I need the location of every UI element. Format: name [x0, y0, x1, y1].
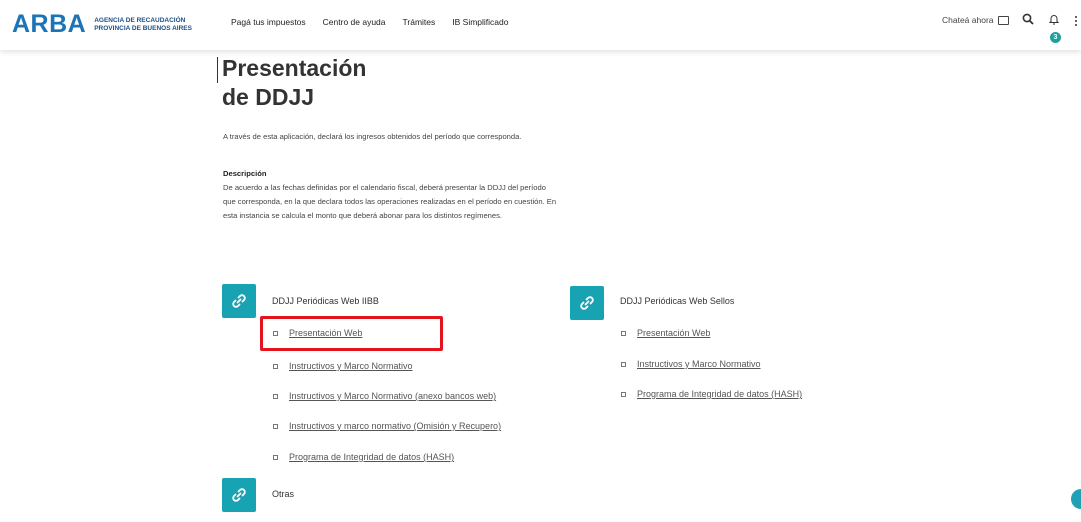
scroll-button[interactable]	[1071, 489, 1081, 509]
bell-icon[interactable]	[1048, 13, 1060, 25]
sellos-presentacion-web-link[interactable]: Presentación Web	[637, 328, 710, 338]
bullet-icon	[621, 330, 626, 336]
arba-logo[interactable]: ARBA AGENCIA DE RECAUDACIÓN PROVINCIA DE…	[12, 10, 192, 39]
sellos-instructivos-link[interactable]: Instructivos y Marco Normativo	[637, 359, 761, 369]
iibb-presentacion-web-link[interactable]: Presentación Web	[289, 328, 362, 338]
bullet-icon	[273, 454, 278, 460]
list-item: Presentación Web	[621, 328, 710, 338]
logo-text-line1: AGENCIA DE RECAUDACIÓN	[94, 16, 186, 24]
section-otras-link-icon[interactable]	[222, 478, 256, 512]
notification-badge: 3	[1050, 32, 1061, 43]
bullet-icon	[273, 423, 278, 429]
iibb-instructivos-anexo-link[interactable]: Instructivos y Marco Normativo (anexo ba…	[289, 391, 496, 401]
nav-item-pagar[interactable]: Pagá tus impuestos	[231, 17, 306, 27]
bullet-icon	[621, 361, 626, 367]
search-icon[interactable]	[1022, 13, 1034, 25]
nav-item-tramites[interactable]: Trámites	[403, 17, 436, 27]
description-body: De acuerdo a las fechas definidas por el…	[223, 183, 557, 220]
list-item: Presentación Web	[273, 328, 362, 338]
list-item: Programa de Integridad de datos (HASH)	[621, 389, 802, 399]
logo-mark: ARBA	[12, 10, 87, 38]
bullet-icon	[273, 393, 278, 399]
iibb-instructivos-omision-link[interactable]: Instructivos y marco normativo (Omisión …	[289, 421, 501, 431]
section-sellos-link-icon[interactable]	[570, 286, 604, 320]
list-item: Instructivos y marco normativo (Omisión …	[273, 421, 501, 431]
bullet-icon	[273, 330, 278, 336]
chat-button[interactable]: Chateá ahora	[942, 15, 1009, 25]
page-title: Presentación de DDJJ	[222, 54, 366, 112]
kebab-icon[interactable]	[1074, 15, 1078, 27]
section-iibb-title: DDJJ Periódicas Web IIBB	[272, 296, 379, 306]
top-navbar: ARBA AGENCIA DE RECAUDACIÓN PROVINCIA DE…	[0, 0, 1081, 50]
chat-icon	[997, 15, 1009, 25]
logo-text-line2: PROVINCIA DE BUENOS AIRES	[94, 24, 192, 32]
main-nav: Pagá tus impuestos Centro de ayuda Trámi…	[231, 17, 508, 27]
page-title-line2: de DDJJ	[222, 84, 315, 110]
chat-label: Chateá ahora	[942, 15, 994, 25]
sellos-hash-link[interactable]: Programa de Integridad de datos (HASH)	[637, 389, 802, 399]
text-cursor	[217, 57, 218, 83]
list-item: Instructivos y Marco Normativo	[273, 361, 413, 371]
bullet-icon	[273, 363, 278, 369]
bullet-icon	[621, 391, 626, 397]
nav-item-ib-simplificado[interactable]: IB Simplificado	[452, 17, 508, 27]
section-otras-title: Otras	[272, 489, 295, 499]
nav-item-ayuda[interactable]: Centro de ayuda	[323, 17, 386, 27]
iibb-hash-link[interactable]: Programa de Integridad de datos (HASH)	[289, 452, 454, 462]
intro-text: A través de esta aplicación, declará los…	[223, 132, 522, 141]
iibb-instructivos-link[interactable]: Instructivos y Marco Normativo	[289, 361, 413, 371]
section-iibb-link-icon[interactable]	[222, 284, 256, 318]
section-sellos-title: DDJJ Periódicas Web Sellos	[620, 296, 735, 306]
description-heading: Descripción	[223, 169, 267, 178]
list-item: Programa de Integridad de datos (HASH)	[273, 452, 454, 462]
list-item: Instructivos y Marco Normativo	[621, 359, 761, 369]
list-item: Instructivos y Marco Normativo (anexo ba…	[273, 391, 496, 401]
link-icon	[232, 488, 246, 502]
page-title-line1: Presentación	[222, 55, 367, 81]
logo-text: AGENCIA DE RECAUDACIÓN PROVINCIA DE BUEN…	[94, 17, 192, 33]
link-icon	[232, 294, 246, 308]
link-icon	[580, 296, 594, 310]
